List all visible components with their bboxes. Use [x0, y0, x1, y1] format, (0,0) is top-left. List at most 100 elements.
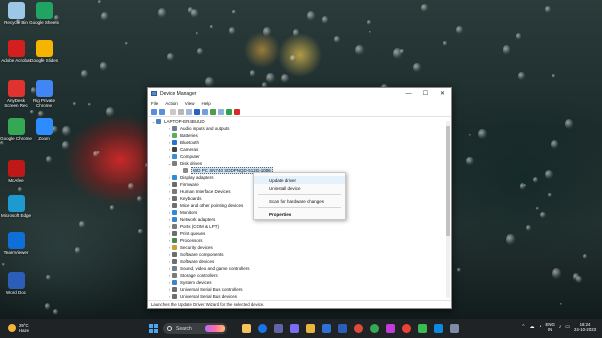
tree-node[interactable]: › Sound, video and game controllers	[151, 265, 451, 272]
menu-bar: File Action View Help	[148, 99, 451, 107]
back-arrow-icon[interactable]	[151, 108, 157, 115]
file-explorer-icon[interactable]	[242, 324, 251, 333]
menu-view[interactable]: View	[185, 101, 195, 106]
weather-widget[interactable]: 29°C Haze	[8, 323, 29, 333]
search-label: Search	[176, 325, 192, 332]
menu-item-update-driver[interactable]: Update driver	[254, 176, 345, 184]
tree-node-label: Keyboards	[180, 196, 202, 201]
desktop-shortcut[interactable]: Zoom	[28, 118, 60, 141]
tree-node[interactable]: › Print queues	[151, 230, 451, 237]
tree-node[interactable]: › Bluetooth	[151, 139, 451, 146]
device-category-icon	[172, 126, 177, 131]
meet-icon[interactable]	[290, 324, 299, 333]
whatsapp-icon[interactable]	[418, 324, 427, 333]
chrome-profile-2-icon[interactable]	[370, 324, 379, 333]
tree-node[interactable]: › Universal Serial Bus devices	[151, 293, 451, 300]
desktop-shortcut-label: McAfee	[8, 178, 24, 183]
chrome-profile-3-icon[interactable]	[402, 324, 411, 333]
tree-node[interactable]: › Computer	[151, 153, 451, 160]
tree-view-icon[interactable]	[170, 108, 176, 115]
anydesk-icon	[7, 80, 25, 97]
menu-action[interactable]: Action	[165, 101, 178, 106]
desktop-shortcut[interactable]: TeamViewer	[0, 232, 32, 255]
scan-hardware-icon[interactable]	[218, 108, 224, 115]
menu-separator	[258, 207, 341, 208]
update-driver-icon[interactable]	[210, 108, 216, 115]
wifi-icon[interactable]: ◔	[538, 324, 541, 330]
tree-node-label: Display adapters	[180, 175, 214, 180]
search-highlight-icon	[205, 325, 225, 332]
clock[interactable]: 18:24 24-10-2023	[574, 322, 596, 332]
start-button[interactable]	[149, 324, 158, 333]
menu-file[interactable]: File	[151, 101, 158, 106]
title-bar[interactable]: Device Manager — ☐ ✕	[148, 88, 451, 99]
sun-icon	[8, 324, 16, 332]
show-hidden-icon[interactable]	[194, 108, 200, 115]
tree-node[interactable]: › Processors	[151, 237, 451, 244]
maximize-button[interactable]: ☐	[417, 88, 434, 99]
search-box[interactable]: Search	[163, 323, 227, 334]
menu-item-properties[interactable]: Properties	[254, 210, 345, 218]
mail-icon[interactable]	[322, 324, 331, 333]
language-indicator[interactable]: ENG IN	[545, 322, 554, 332]
tree-node[interactable]: › Audio inputs and outputs	[151, 125, 451, 132]
device-category-icon	[172, 203, 177, 208]
desktop-shortcut[interactable]: Google Sheets	[28, 2, 60, 25]
menu-help[interactable]: Help	[201, 101, 210, 106]
volume-icon[interactable]: ♪	[559, 324, 562, 330]
tree-scrollbar[interactable]	[446, 121, 450, 298]
tree-node[interactable]: › System devices	[151, 279, 451, 286]
help-icon[interactable]	[186, 108, 192, 115]
menu-item-uninstall-device[interactable]: Uninstall device	[254, 184, 345, 192]
chrome-profile-icon[interactable]	[354, 324, 363, 333]
tree-node[interactable]: › Ports (COM & LPT)	[151, 223, 451, 230]
close-button[interactable]: ✕	[434, 88, 451, 99]
tree-node[interactable]: › Universal Serial Bus controllers	[151, 286, 451, 293]
tree-node-label: Batteries	[180, 133, 198, 138]
device-category-icon	[172, 140, 177, 145]
tree-node-label: Storage controllers	[180, 273, 218, 278]
tree-node[interactable]: › Storage controllers	[151, 272, 451, 279]
device-category-icon	[172, 245, 177, 250]
folder-icon[interactable]	[306, 324, 315, 333]
tree-node[interactable]: › Software components	[151, 251, 451, 258]
tree-node-label: Software devices	[180, 259, 215, 264]
tree-node-label: Computer	[180, 154, 200, 159]
desktop-shortcut[interactable]: Word Doc	[0, 272, 32, 295]
chevron-up-icon[interactable]: ⌃	[521, 324, 525, 330]
tree-node[interactable]: › Software devices	[151, 258, 451, 265]
tree-node-label: Print queues	[180, 231, 206, 236]
tree-node[interactable]: ⌄ Disk drives	[151, 160, 451, 167]
desktop-shortcut[interactable]: Rig Private Chrome	[28, 80, 60, 108]
device-category-icon	[172, 161, 177, 166]
cloud-icon[interactable]: ☁	[529, 324, 534, 330]
taskbar-chrome-icon[interactable]	[258, 324, 267, 333]
store-icon[interactable]	[386, 324, 395, 333]
search-icon	[167, 326, 172, 331]
properties-icon[interactable]	[178, 108, 184, 115]
forward-arrow-icon[interactable]	[159, 108, 165, 115]
uninstall-x-icon[interactable]	[234, 108, 240, 115]
chrome-icon-1	[35, 80, 53, 97]
tree-node[interactable]: ⌄ LAPTOP-ER4BUUD	[151, 118, 451, 125]
desktop-shortcut[interactable]: Google Slides	[28, 40, 60, 63]
resources-icon[interactable]	[202, 108, 208, 115]
teams-icon[interactable]	[274, 324, 283, 333]
menu-item-scan-hardware[interactable]: Scan for hardware changes	[254, 197, 345, 205]
tree-node[interactable]: › Batteries	[151, 132, 451, 139]
scroll-thumb[interactable]	[446, 126, 450, 236]
tree-node[interactable]: › Cameras	[151, 146, 451, 153]
device-category-icon	[172, 238, 177, 243]
battery-icon[interactable]: ▭	[565, 324, 570, 330]
desktop-shortcut[interactable]: Microsoft Edge	[0, 195, 32, 218]
device-category-icon	[172, 196, 177, 201]
tree-node[interactable]: › Security devices	[151, 244, 451, 251]
system-tray: ⌃ ☁ ◔ ENG IN ♪ ▭ 18:24 24-10-2023	[521, 322, 596, 332]
minimize-button[interactable]: —	[400, 88, 417, 99]
device-category-icon	[172, 182, 177, 187]
device-manager-taskbar-icon[interactable]	[450, 324, 459, 333]
word-icon[interactable]	[338, 324, 347, 333]
desktop-shortcut[interactable]: McAfee	[0, 160, 32, 183]
telegram-icon[interactable]	[434, 324, 443, 333]
enable-device-icon[interactable]	[226, 108, 232, 115]
